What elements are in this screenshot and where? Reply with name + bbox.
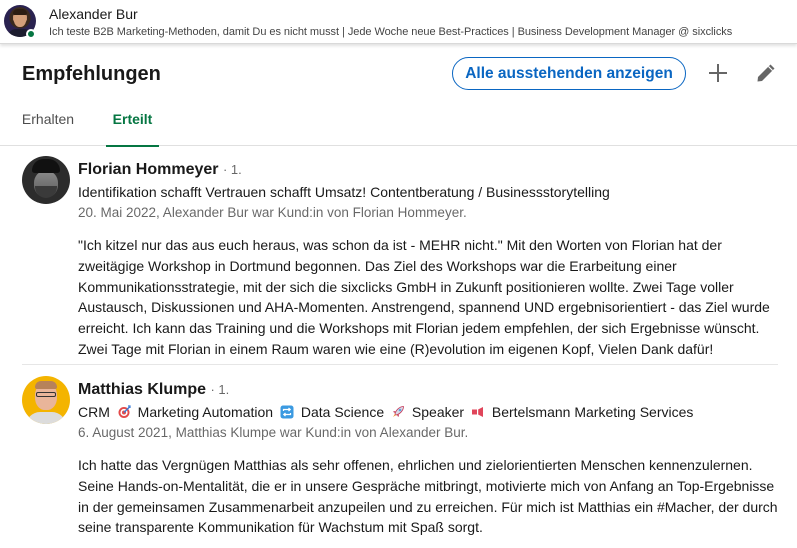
- recommendation-meta: 6. August 2021, Matthias Klumpe war Kund…: [78, 425, 469, 440]
- profile-name: Alexander Bur: [49, 6, 138, 22]
- avatar-cap: [32, 159, 60, 173]
- connection-degree: · 1.: [210, 382, 230, 397]
- recommender-name[interactable]: Florian Hommeyer: [78, 161, 218, 178]
- headline-part: Bertelsmann Marketing Services: [491, 404, 694, 420]
- plus-icon: [709, 64, 727, 82]
- avatar-hair: [13, 9, 27, 15]
- connection-degree: · 1.: [222, 162, 242, 177]
- recommender-avatar[interactable]: [22, 376, 70, 424]
- recommender-name[interactable]: Matthias Klumpe: [78, 381, 206, 398]
- tab-given[interactable]: Erteilt: [106, 100, 159, 147]
- recommendation-meta: 20. Mai 2022, Alexander Bur war Kund:in …: [78, 205, 467, 220]
- avatar-beard: [35, 186, 57, 198]
- avatar-hair: [35, 381, 57, 389]
- headline-part: Speaker: [411, 404, 465, 420]
- headline-part: Data Science: [300, 404, 385, 420]
- recommender-avatar[interactable]: [22, 156, 70, 204]
- recommendation-tabs: Erhalten Erteilt: [0, 100, 797, 147]
- target-emoji-icon: [118, 405, 131, 418]
- show-all-pending-button[interactable]: Alle ausstehenden anzeigen: [452, 57, 686, 90]
- edit-recommendations-button[interactable]: [750, 57, 782, 89]
- avatar-shirt: [26, 412, 66, 424]
- section-title: Empfehlungen: [22, 63, 161, 85]
- divider: [22, 364, 778, 365]
- avatar-glasses: [36, 392, 56, 397]
- rocket-emoji-icon: [393, 406, 404, 417]
- online-status-icon: [26, 29, 36, 39]
- repeat-emoji-icon: [280, 405, 294, 419]
- headline-part: Marketing Automation: [137, 404, 274, 420]
- add-recommendation-button[interactable]: [702, 57, 734, 89]
- profile-headline: Ich teste B2B Marketing-Methoden, damit …: [49, 26, 733, 38]
- recommendation-text: "Ich kitzel nur das aus euch heraus, was…: [78, 237, 770, 357]
- recommendation-text: Ich hatte das Vergnügen Matthias als seh…: [78, 457, 778, 536]
- recommender-headline: CRM Marketing Automation Data Science Sp…: [78, 404, 693, 420]
- megaphone-emoji-icon: [471, 407, 483, 417]
- tab-received[interactable]: Erhalten: [22, 100, 74, 146]
- headline-part: CRM: [78, 404, 110, 420]
- pencil-icon: [757, 64, 775, 82]
- profile-sticky-header: Alexander Bur Ich teste B2B Marketing-Me…: [0, 0, 797, 44]
- recommender-headline: Identifikation schafft Vertrauen schafft…: [78, 184, 610, 200]
